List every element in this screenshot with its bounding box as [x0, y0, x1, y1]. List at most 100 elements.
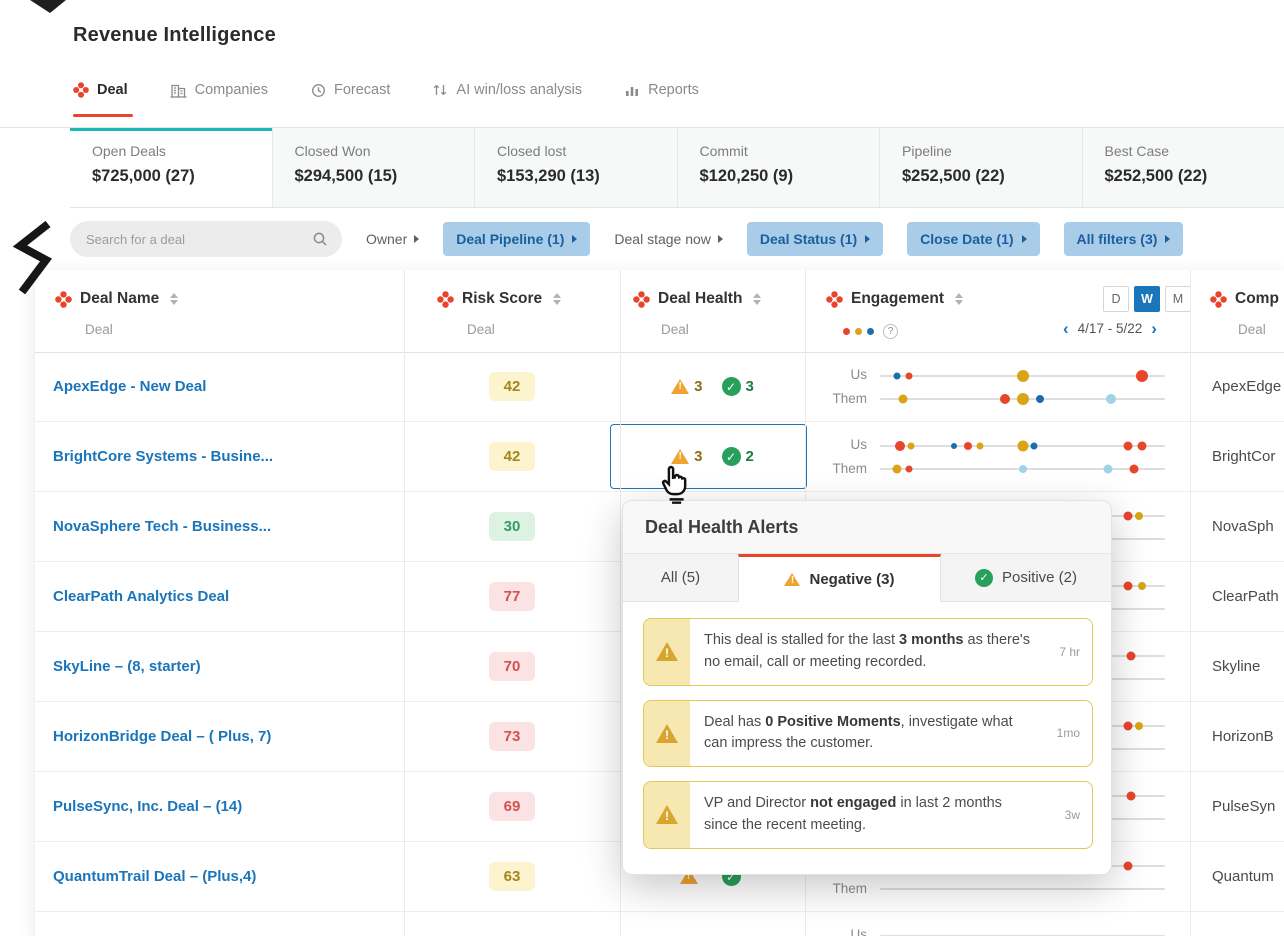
company-name[interactable]: Quantum [1190, 842, 1284, 911]
column-header-risk-score[interactable]: Risk Score [437, 290, 562, 308]
company-name[interactable]: Skyline [1190, 632, 1284, 701]
popup-tab-positive[interactable]: Positive (2) [941, 554, 1111, 601]
card-value: $120,250 (9) [699, 167, 794, 185]
engagement-dot [1123, 721, 1133, 730]
sort-control[interactable] [553, 293, 562, 305]
table-row-partial: Us Them [35, 912, 1284, 936]
column-header-deal-name[interactable]: Deal Name [55, 290, 179, 308]
engagement-dot [1123, 511, 1133, 520]
filter-deal-pipeline[interactable]: Deal Pipeline (1) [443, 222, 591, 256]
toggle-week[interactable]: W [1134, 286, 1160, 312]
nav-tab-ai-winloss[interactable]: AI win/loss analysis [432, 82, 582, 98]
them-label: Them [832, 460, 867, 476]
company-name[interactable]: ClearPath [1190, 562, 1284, 631]
sort-control[interactable] [955, 293, 964, 305]
nav-tab-forecast[interactable]: Forecast [310, 82, 390, 98]
deal-name-link[interactable]: ApexEdge - New Deal [53, 352, 206, 421]
sort-control[interactable] [170, 293, 179, 305]
engagement-dot [894, 440, 905, 451]
chevron-right-icon [572, 235, 578, 243]
filter-deal-stage[interactable]: Deal stage now [614, 231, 723, 247]
prev-range-chevron[interactable]: ‹ [1063, 320, 1069, 337]
chevron-right-icon [865, 235, 871, 243]
decorative-arrow-left [10, 220, 54, 301]
them-timeline [880, 392, 1165, 405]
search-input[interactable] [84, 230, 312, 248]
summary-card-commit[interactable]: Commit $120,250 (9) [676, 128, 879, 207]
summary-card-closed-won[interactable]: Closed Won $294,500 (15) [271, 128, 474, 207]
deal-name-link[interactable]: SkyLine – (8, starter) [53, 632, 201, 701]
summary-card-pipeline[interactable]: Pipeline $252,500 (22) [879, 128, 1082, 207]
filter-owner[interactable]: Owner [366, 231, 420, 247]
company-name[interactable]: HorizonB [1190, 702, 1284, 771]
company-column-icon [1210, 290, 1227, 308]
alert-icon-cell [644, 782, 690, 848]
nav-tab-label: Reports [648, 82, 699, 98]
date-range-nav: ‹ 4/17 - 5/22 › [1063, 320, 1157, 337]
filter-all-filters[interactable]: All filters (3) [1063, 222, 1184, 256]
health-column-icon [633, 290, 650, 308]
toggle-month[interactable]: M [1165, 286, 1191, 312]
engagement-dot [1103, 464, 1113, 473]
nav-tab-reports[interactable]: Reports [624, 82, 699, 98]
engagement-dot [905, 465, 912, 472]
deal-name-link[interactable]: PulseSync, Inc. Deal – (14) [53, 772, 242, 841]
legend-dot-blue [867, 328, 874, 335]
next-range-chevron[interactable]: › [1151, 320, 1157, 337]
column-header-deal-health[interactable]: Deal Health [633, 290, 762, 308]
column-subtitle: Deal [467, 322, 495, 337]
alert-icon-cell [644, 700, 690, 766]
summary-card-open-deals[interactable]: Open Deals $725,000 (27) [70, 128, 272, 207]
deal-search [70, 221, 342, 257]
company-name[interactable]: PulseSyn [1190, 772, 1284, 841]
engagement-dot [905, 372, 912, 379]
positive-count: 2 [745, 448, 754, 465]
card-value: $252,500 (22) [1104, 167, 1208, 185]
deal-health-cell[interactable] [620, 912, 805, 936]
company-name[interactable]: BrightCor [1190, 422, 1284, 491]
warning-icon [656, 642, 678, 662]
tab-label: Negative (3) [809, 571, 895, 588]
column-header-company[interactable]: Comp [1210, 290, 1279, 308]
deal-name-link[interactable]: QuantumTrail Deal – (Plus,4) [53, 842, 256, 911]
popup-tab-all[interactable]: All (5) [623, 554, 738, 601]
deal-name-link[interactable]: ClearPath Analytics Deal [53, 562, 229, 631]
company-name[interactable]: ApexEdge [1190, 352, 1284, 421]
chevron-right-icon [717, 235, 723, 243]
engagement-dot [1126, 791, 1136, 800]
filter-deal-status[interactable]: Deal Status (1) [746, 222, 884, 256]
deal-name-link[interactable]: HorizonBridge Deal – ( Plus, 7) [53, 702, 271, 771]
deal-health-cell-selected[interactable]: 3 2 [610, 422, 807, 491]
deals-table: Deal Name Deal Risk Score Deal Deal Heal… [35, 270, 1284, 936]
deal-name-link[interactable]: NovaSphere Tech - Business... [53, 492, 271, 561]
alert-timestamp: 1mo [1056, 726, 1080, 741]
summary-card-best-case[interactable]: Best Case $252,500 (22) [1081, 128, 1284, 207]
positive-alerts-icon [721, 377, 741, 396]
legend-dot-red [843, 328, 850, 335]
engagement-dot [1123, 861, 1133, 870]
company-name[interactable]: NovaSph [1190, 492, 1284, 561]
company-name[interactable] [1190, 912, 1284, 936]
deal-name-link[interactable]: BrightCore Systems - Busine... [53, 422, 273, 491]
nav-tab-label: Deal [97, 82, 128, 98]
toggle-day[interactable]: D [1103, 286, 1129, 312]
engagement-dot [1016, 369, 1029, 382]
column-header-engagement[interactable]: Engagement [826, 290, 964, 308]
card-value: $252,500 (22) [902, 167, 1005, 185]
card-label: Closed lost [497, 143, 567, 159]
summary-card-closed-lost[interactable]: Closed lost $153,290 (13) [474, 128, 677, 207]
column-title: Engagement [851, 290, 945, 307]
nav-tab-deal[interactable]: Deal [73, 82, 128, 98]
deal-health-cell[interactable]: 3 3 [620, 352, 805, 421]
filter-close-date[interactable]: Close Date (1) [907, 222, 1040, 256]
sort-control[interactable] [753, 293, 762, 305]
check-icon [974, 568, 993, 587]
help-icon[interactable] [883, 324, 898, 339]
column-title: Deal Name [80, 290, 160, 307]
nav-tab-companies[interactable]: Companies [170, 82, 268, 98]
nav-tab-label: AI win/loss analysis [456, 82, 583, 98]
popup-tab-negative[interactable]: Negative (3) [738, 554, 941, 602]
tab-label: Positive (2) [1001, 569, 1078, 586]
column-subtitle: Deal [85, 322, 113, 337]
filter-label: Deal Pipeline (1) [456, 231, 565, 247]
